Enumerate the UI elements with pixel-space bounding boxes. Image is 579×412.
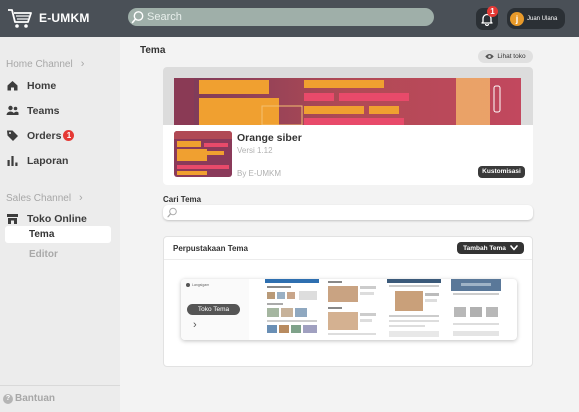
eye-icon — [485, 54, 495, 59]
chevron-down-icon — [510, 245, 518, 251]
theme-store-preview[interactable]: Langsigam Toko Tema › — [181, 279, 517, 340]
sidebar-item-label: Teams — [27, 104, 60, 117]
sidebar-subitem-editor[interactable]: Editor — [29, 249, 58, 260]
logo-icon — [186, 283, 190, 287]
help-label: Bantuan — [15, 393, 55, 404]
page-title: Tema — [140, 45, 166, 56]
sidebar-item-toko-online[interactable]: Toko Online — [6, 212, 87, 225]
theme-hero-preview — [174, 78, 521, 125]
user-menu[interactable]: j Juan Ulana — [507, 8, 565, 29]
store-icon — [7, 214, 18, 224]
global-search-input[interactable]: Search — [128, 8, 434, 26]
sidebar-item-label: Laporan — [27, 154, 69, 167]
customize-button[interactable]: Kustomisasi — [478, 166, 525, 178]
view-store-label: Lihat toko — [497, 53, 526, 60]
sidebar-subitem-tema[interactable]: Tema — [5, 226, 111, 243]
user-name: Juan Ulana — [527, 15, 558, 22]
sidebar-divider — [0, 385, 120, 386]
sales-channel-header[interactable]: Sales Channel › — [6, 192, 83, 204]
chevron-right-icon[interactable]: › — [193, 319, 197, 331]
theme-preview-thumbnail[interactable] — [326, 279, 378, 340]
store-logo-text: Langsigam — [192, 283, 210, 287]
orders-badge: 1 — [63, 130, 75, 141]
sidebar: Home Channel › Home Teams Orders 1 Lapor… — [0, 37, 120, 412]
search-icon — [131, 11, 144, 24]
chevron-right-icon: › — [79, 192, 83, 204]
sales-channel-title: Sales Channel — [6, 192, 72, 204]
notification-badge: 1 — [487, 6, 498, 17]
bar-chart-icon — [7, 156, 18, 166]
theme-name: Orange siber — [237, 132, 302, 144]
view-store-button[interactable]: Lihat toko — [478, 50, 533, 63]
theme-preview-image — [174, 78, 521, 125]
sidebar-item-home[interactable]: Home — [6, 79, 56, 92]
home-channel-header[interactable]: Home Channel › — [6, 58, 84, 70]
people-icon — [6, 105, 19, 115]
theme-preview-area — [163, 67, 533, 125]
theme-thumbnail — [174, 131, 232, 177]
sidebar-item-orders[interactable]: Orders 1 — [6, 129, 75, 142]
home-icon — [7, 81, 18, 91]
theme-library-card: Perpustakaan Tema Tambah Tema Langsigam … — [163, 236, 533, 367]
sidebar-item-teams[interactable]: Teams — [6, 104, 60, 117]
search-icon — [167, 207, 177, 218]
sidebar-item-label: Orders — [27, 129, 62, 142]
theme-preview-thumbnail[interactable] — [451, 279, 501, 340]
sidebar-item-laporan[interactable]: Laporan — [6, 154, 68, 167]
chevron-right-icon: › — [80, 58, 85, 70]
app-name: E-UMKM — [39, 11, 90, 25]
theme-author: By E-UMKM — [237, 169, 281, 178]
divider — [164, 259, 532, 260]
theme-library-title: Perpustakaan Tema — [173, 244, 248, 253]
app-logo[interactable]: E-UMKM — [7, 7, 90, 29]
theme-preview-thumbnail[interactable] — [265, 279, 319, 340]
current-theme-card: Orange siber Versi 1.12 By E-UMKM Kustom… — [163, 67, 533, 185]
help-link[interactable]: ? Bantuan — [3, 393, 55, 404]
add-theme-label: Tambah Tema — [463, 244, 506, 252]
home-channel-title: Home Channel — [6, 58, 73, 70]
theme-store-button[interactable]: Toko Tema — [187, 304, 240, 315]
top-bar: E-UMKM Search 1 j Juan Ulana — [0, 0, 579, 37]
theme-preview-thumbnail[interactable] — [387, 279, 441, 340]
add-theme-button[interactable]: Tambah Tema — [457, 242, 524, 254]
store-logo: Langsigam — [186, 283, 209, 287]
theme-store-panel: Langsigam Toko Tema › — [181, 279, 249, 340]
search-theme-label: Cari Tema — [163, 195, 202, 204]
sidebar-item-label: Toko Online — [27, 212, 87, 225]
notification-button[interactable]: 1 — [476, 6, 498, 30]
sidebar-item-label: Home — [27, 79, 57, 92]
cart-logo-icon — [8, 9, 32, 28]
help-icon: ? — [3, 393, 13, 404]
avatar: j — [510, 11, 524, 26]
search-placeholder: Search — [147, 11, 182, 23]
theme-version: Versi 1.12 — [237, 146, 273, 155]
tag-icon — [7, 130, 18, 141]
search-theme-input[interactable] — [163, 205, 533, 220]
